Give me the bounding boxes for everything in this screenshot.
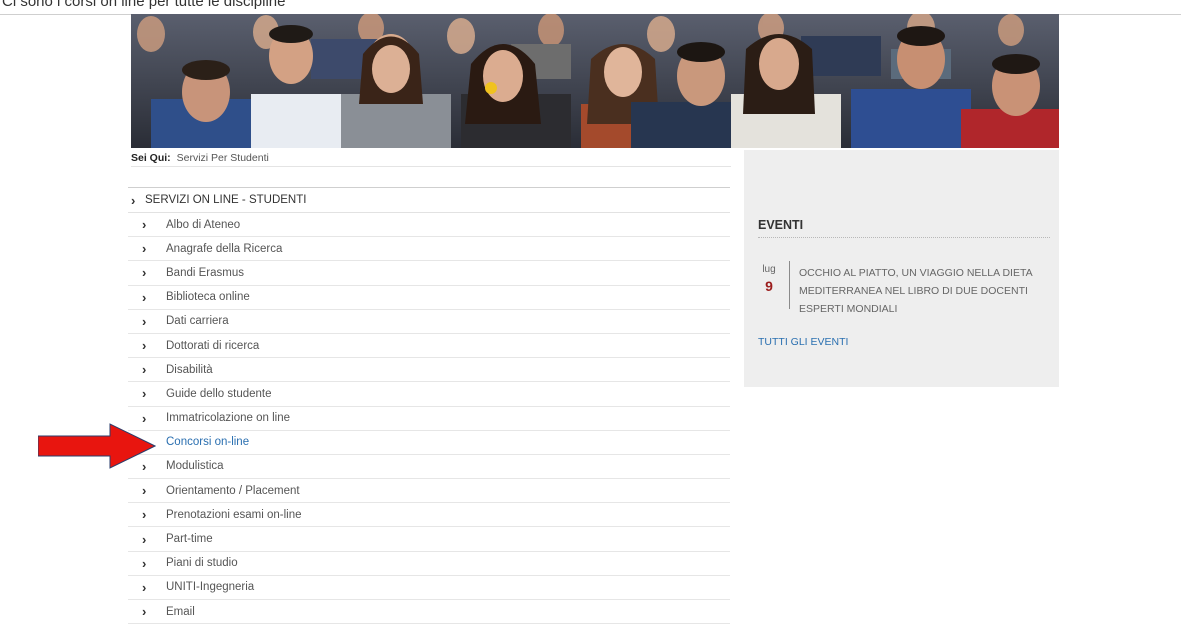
menu-item-label[interactable]: Albo di Ateneo [166,219,240,231]
events-sidebar: EVENTI lug 9 OCCHIO AL PIATTO, UN VIAGGI… [744,150,1059,387]
chevron-right-icon: › [142,241,147,257]
menu-item-label[interactable]: Dottorati di ricerca [166,340,259,352]
services-menu: › SERVIZI ON LINE - STUDENTI › Albo di At… [128,187,730,624]
breadcrumb: Sei Qui: Servizi Per Studenti [131,152,269,164]
menu-item[interactable]: › Email [128,600,730,624]
all-events-link[interactable]: TUTTI GLI EVENTI [758,336,848,348]
students-photo-icon [131,14,1059,148]
menu-item-label[interactable]: Concorsi on-line [166,436,249,448]
breadcrumb-label: Sei Qui: [131,152,171,164]
menu-item[interactable]: › Biblioteca online [128,286,730,310]
breadcrumb-current[interactable]: Servizi Per Studenti [177,152,269,164]
menu-item-label[interactable]: Part-time [166,533,213,545]
menu-header[interactable]: › SERVIZI ON LINE - STUDENTI [128,187,730,213]
menu-item[interactable]: › Dottorati di ricerca [128,334,730,359]
menu-item-label[interactable]: Orientamento / Placement [166,485,300,497]
event-day: 9 [765,278,773,294]
chevron-right-icon: › [142,531,147,547]
chevron-right-icon: › [131,192,136,208]
menu-item-label[interactable]: Piani di studio [166,557,238,569]
menu-header-label: SERVIZI ON LINE - STUDENTI [145,194,307,206]
chevron-right-icon: › [142,579,147,595]
menu-item[interactable]: › Guide dello studente [128,382,730,407]
chevron-right-icon: › [142,289,147,305]
chevron-right-icon: › [142,313,147,329]
menu-items: › Albo di Ateneo › Anagrafe della Ricerca › B… [128,213,730,624]
chevron-right-icon: › [142,507,147,523]
menu-item-label[interactable]: Modulistica [166,460,224,472]
chevron-right-icon: › [142,217,147,233]
events-title: EVENTI [758,218,804,232]
menu-item-label[interactable]: Biblioteca online [166,291,250,303]
chevron-right-icon: › [142,555,147,571]
menu-item-label[interactable]: Guide dello studente [166,388,272,400]
menu-item-label[interactable]: Dati carriera [166,315,229,327]
event-title-link[interactable]: OCCHIO AL PIATTO, UN VIAGGIO NELLA DIETA… [799,264,1049,318]
menu-item[interactable]: › Bandi Erasmus [128,261,730,286]
events-divider [758,237,1050,238]
chevron-right-icon: › [142,386,147,402]
menu-item[interactable]: › Prenotazioni esami on-line [128,503,730,528]
banner-photo [131,14,1059,148]
menu-item[interactable]: › Part-time [128,527,730,552]
menu-item-label[interactable]: Prenotazioni esami on-line [166,509,302,521]
menu-item[interactable]: › Disabilità [128,358,730,383]
menu-item-label[interactable]: Anagrafe della Ricerca [166,243,282,255]
menu-item-label[interactable]: UNITI-Ingegneria [166,581,254,593]
event-month: lug [762,264,776,275]
event-divider [789,261,790,309]
menu-item-label[interactable]: Immatricolazione on line [166,412,290,424]
menu-item[interactable]: › Dati carriera [128,310,730,334]
top-strip-text: Ci sono i corsi on line per tutte le dis… [2,0,286,10]
menu-item[interactable]: › Piani di studio [128,552,730,576]
menu-item[interactable]: › Modulistica [128,455,730,480]
menu-item-label[interactable]: Disabilità [166,364,213,376]
breadcrumb-divider [131,166,731,167]
menu-item-label[interactable]: Bandi Erasmus [166,267,244,279]
menu-item[interactable]: › Orientamento / Placement [128,479,730,504]
menu-item[interactable]: › Albo di Ateneo [128,213,730,238]
red-arrow-icon [38,423,156,469]
chevron-right-icon: › [142,483,147,499]
menu-item[interactable]: ›Concorsi on-line [128,431,730,455]
top-strip: Ci sono i corsi on line per tutte le dis… [0,0,1181,15]
chevron-right-icon: › [142,265,147,281]
chevron-right-icon: › [142,604,147,620]
menu-item[interactable]: › Anagrafe della Ricerca [128,237,730,262]
menu-item[interactable]: › UNITI-Ingegneria [128,576,730,600]
chevron-right-icon: › [142,362,147,378]
event-item[interactable]: lug 9 OCCHIO AL PIATTO, UN VIAGGIO NELLA… [758,261,1050,321]
chevron-right-icon: › [142,338,147,354]
menu-item[interactable]: › Immatricolazione on line [128,407,730,431]
